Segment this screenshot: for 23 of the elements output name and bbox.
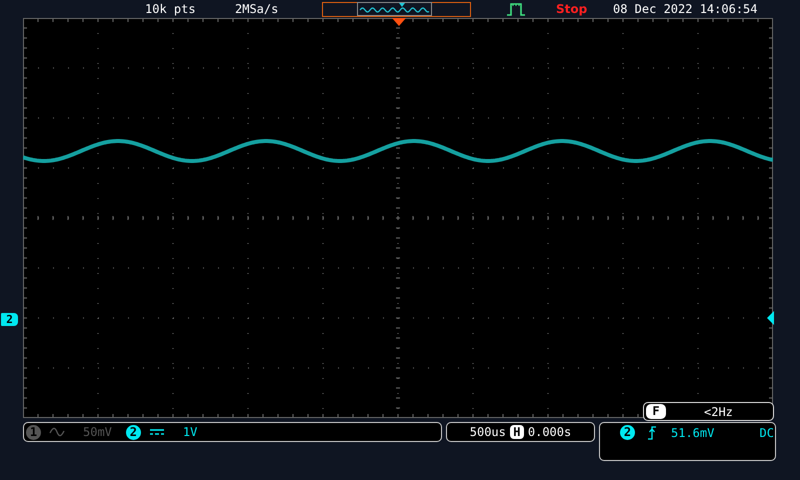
trigger-level-icon	[767, 311, 774, 325]
trigger-position-icon	[392, 18, 406, 26]
waveform-overview-icon	[357, 2, 432, 16]
channel-number[interactable]: 2	[126, 424, 141, 440]
run-state: Stop	[556, 2, 588, 16]
time-scale: 500us	[470, 425, 506, 439]
frequency-value: <2Hz	[704, 404, 733, 418]
channel-scale: 50mV	[83, 425, 112, 439]
trigger-source: 2	[620, 425, 635, 440]
horizontal-position: 0.000s	[528, 425, 572, 439]
ac-coupling-icon	[49, 427, 65, 437]
date-time: 08 Dec 2022 14:06:54	[613, 2, 758, 16]
memory-depth: 10k pts	[145, 2, 197, 16]
pulse-icon	[506, 2, 526, 16]
trigger-level: 51.6mV	[671, 426, 714, 440]
rising-edge-icon	[647, 426, 657, 440]
trigger-coupling: DC	[760, 426, 774, 440]
counter-label: F	[646, 404, 666, 419]
sample-rate: 2MSa/s	[235, 2, 280, 16]
dc-coupling-icon	[148, 427, 165, 437]
horizontal-label: H	[510, 425, 524, 439]
channel-marker: 2	[1, 313, 18, 326]
channel-scale: 1V	[182, 425, 198, 439]
